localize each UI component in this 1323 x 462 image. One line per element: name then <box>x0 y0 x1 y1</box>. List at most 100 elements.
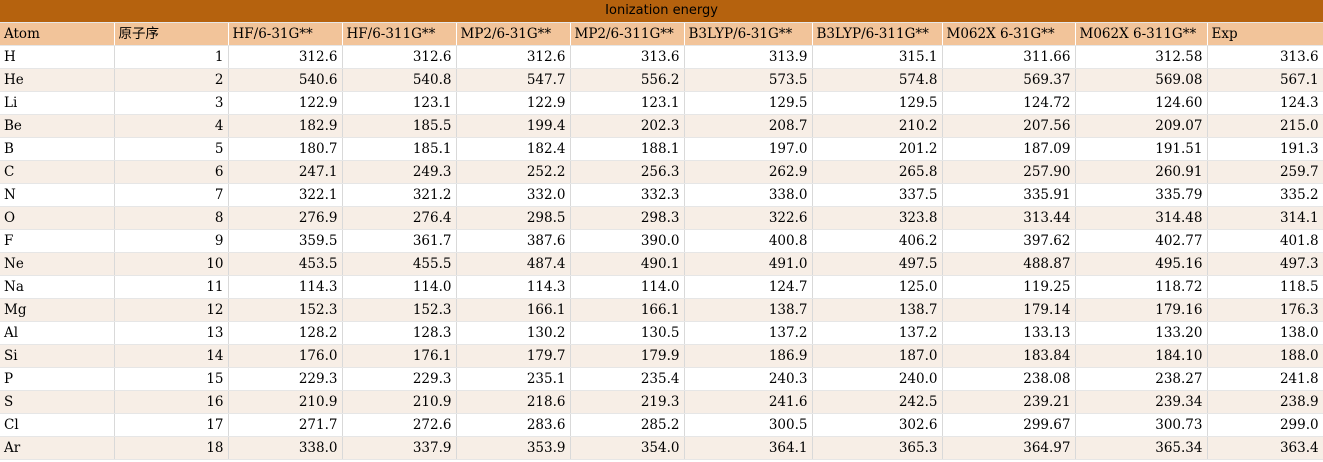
value-cell: 312.6 <box>456 45 571 69</box>
atomic-number-cell: 12 <box>114 298 229 322</box>
value-cell: 123.1 <box>342 91 457 115</box>
value-cell: 152.3 <box>342 298 457 322</box>
value-cell: 272.6 <box>342 413 457 437</box>
value-cell: 495.16 <box>1075 252 1208 276</box>
value-cell: 238.08 <box>942 367 1076 391</box>
atomic-number-cell: 7 <box>114 183 229 207</box>
table-row: Al 13 128.2 128.3 130.2 130.5 137.2 137.2 133.13… <box>0 321 1323 345</box>
value-cell: 242.5 <box>812 390 943 414</box>
value-cell: 313.44 <box>942 206 1076 230</box>
atom-cell: Mg <box>0 298 115 322</box>
value-cell: 114.0 <box>570 275 685 299</box>
value-cell: 276.9 <box>228 206 343 230</box>
value-cell: 124.7 <box>684 275 813 299</box>
value-cell: 315.1 <box>812 45 943 69</box>
value-cell: 338.0 <box>684 183 813 207</box>
value-cell: 300.73 <box>1075 413 1208 437</box>
atomic-number-cell: 9 <box>114 229 229 253</box>
atomic-number-cell: 6 <box>114 160 229 184</box>
value-cell: 262.9 <box>684 160 813 184</box>
atomic-number-cell: 17 <box>114 413 229 437</box>
value-cell: 569.37 <box>942 68 1076 92</box>
value-cell: 259.7 <box>1207 160 1323 184</box>
value-cell: 285.2 <box>570 413 685 437</box>
value-cell: 215.0 <box>1207 114 1323 138</box>
value-cell: 402.77 <box>1075 229 1208 253</box>
value-cell: 567.1 <box>1207 68 1323 92</box>
value-cell: 197.0 <box>684 137 813 161</box>
column-header: B3LYP/6-311G** <box>812 22 943 46</box>
value-cell: 337.9 <box>342 436 457 460</box>
table-row: C 6 247.1 249.3 252.2 256.3 262.9 265.8 257.90 26… <box>0 160 1323 184</box>
atomic-number-cell: 4 <box>114 114 229 138</box>
value-cell: 256.3 <box>570 160 685 184</box>
value-cell: 487.4 <box>456 252 571 276</box>
value-cell: 312.58 <box>1075 45 1208 69</box>
value-cell: 400.8 <box>684 229 813 253</box>
value-cell: 210.2 <box>812 114 943 138</box>
value-cell: 186.9 <box>684 344 813 368</box>
table-row: Li 3 122.9 123.1 122.9 123.1 129.5 129.5 124.72 1… <box>0 91 1323 115</box>
value-cell: 283.6 <box>456 413 571 437</box>
atom-cell: B <box>0 137 115 161</box>
value-cell: 540.6 <box>228 68 343 92</box>
value-cell: 257.90 <box>942 160 1076 184</box>
table-row: He 2 540.6 540.8 547.7 556.2 573.5 574.8 569.37 5… <box>0 68 1323 92</box>
value-cell: 453.5 <box>228 252 343 276</box>
column-header: HF/6-311G** <box>342 22 457 46</box>
value-cell: 271.7 <box>228 413 343 437</box>
value-cell: 124.60 <box>1075 91 1208 115</box>
value-cell: 313.6 <box>570 45 685 69</box>
value-cell: 335.79 <box>1075 183 1208 207</box>
value-cell: 185.1 <box>342 137 457 161</box>
value-cell: 353.9 <box>456 436 571 460</box>
value-cell: 239.21 <box>942 390 1076 414</box>
atomic-number-cell: 18 <box>114 436 229 460</box>
table-row: Be 4 182.9 185.5 199.4 202.3 208.7 210.2 207.56 2… <box>0 114 1323 138</box>
value-cell: 209.07 <box>1075 114 1208 138</box>
table-row: Mg 12 152.3 152.3 166.1 166.1 138.7 138.7 179.14… <box>0 298 1323 322</box>
atom-cell: P <box>0 367 115 391</box>
value-cell: 219.3 <box>570 390 685 414</box>
atomic-number-cell: 13 <box>114 321 229 345</box>
value-cell: 276.4 <box>342 206 457 230</box>
value-cell: 124.3 <box>1207 91 1323 115</box>
value-cell: 361.7 <box>342 229 457 253</box>
atomic-number-cell: 14 <box>114 344 229 368</box>
table-title-row: Ionization energy <box>0 0 1323 23</box>
table-row: Ar 18 338.0 337.9 353.9 354.0 364.1 365.3 364.97… <box>0 436 1323 460</box>
value-cell: 241.8 <box>1207 367 1323 391</box>
value-cell: 152.3 <box>228 298 343 322</box>
value-cell: 138.7 <box>812 298 943 322</box>
table-row: F 9 359.5 361.7 387.6 390.0 400.8 406.2 397.62 40… <box>0 229 1323 253</box>
value-cell: 119.25 <box>942 275 1076 299</box>
atom-cell: Ar <box>0 436 115 460</box>
atom-cell: O <box>0 206 115 230</box>
value-cell: 359.5 <box>228 229 343 253</box>
table-row: Si 14 176.0 176.1 179.7 179.9 186.9 187.0 183.84… <box>0 344 1323 368</box>
value-cell: 124.72 <box>942 91 1076 115</box>
column-header: 原子序 <box>114 22 229 46</box>
value-cell: 354.0 <box>570 436 685 460</box>
value-cell: 179.16 <box>1075 298 1208 322</box>
value-cell: 240.3 <box>684 367 813 391</box>
value-cell: 322.1 <box>228 183 343 207</box>
value-cell: 547.7 <box>456 68 571 92</box>
value-cell: 569.08 <box>1075 68 1208 92</box>
value-cell: 229.3 <box>228 367 343 391</box>
atomic-number-cell: 2 <box>114 68 229 92</box>
value-cell: 302.6 <box>812 413 943 437</box>
table-row: B 5 180.7 185.1 182.4 188.1 197.0 201.2 187.09 19… <box>0 137 1323 161</box>
value-cell: 332.3 <box>570 183 685 207</box>
value-cell: 210.9 <box>342 390 457 414</box>
value-cell: 335.91 <box>942 183 1076 207</box>
value-cell: 247.1 <box>228 160 343 184</box>
value-cell: 573.5 <box>684 68 813 92</box>
column-header: M062X 6-31G** <box>942 22 1076 46</box>
atomic-number-cell: 11 <box>114 275 229 299</box>
value-cell: 365.3 <box>812 436 943 460</box>
value-cell: 114.0 <box>342 275 457 299</box>
value-cell: 540.8 <box>342 68 457 92</box>
value-cell: 490.1 <box>570 252 685 276</box>
value-cell: 188.1 <box>570 137 685 161</box>
